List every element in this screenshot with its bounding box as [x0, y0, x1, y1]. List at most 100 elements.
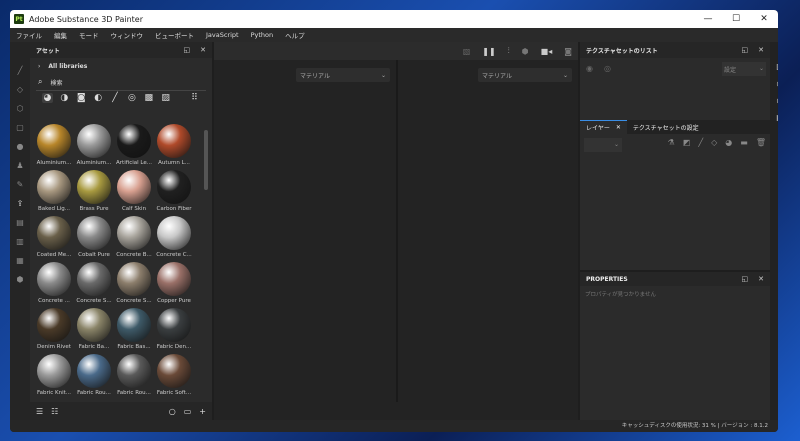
asset-tile[interactable]: Concrete ...: [34, 260, 74, 306]
asset-tile[interactable]: Fabric Rou...: [74, 352, 114, 398]
menu-viewport[interactable]: ビューポート: [149, 30, 200, 40]
hide-icon[interactable]: ▧: [463, 47, 471, 56]
log-icon[interactable]: ▤: [776, 113, 778, 122]
minimize-button[interactable]: —: [694, 14, 722, 24]
alphas-filter-icon[interactable]: ▩: [143, 93, 154, 103]
add-icon[interactable]: +: [199, 407, 206, 416]
asset-tile[interactable]: Baked Lig...: [34, 168, 74, 214]
asset-tile[interactable]: Aluminium...: [34, 122, 74, 168]
asset-tile[interactable]: Copper Pure: [154, 260, 194, 306]
asset-tile[interactable]: Aluminium...: [74, 122, 114, 168]
asset-tile[interactable]: Brass Pure: [74, 168, 114, 214]
shelf-icon[interactable]: ▥: [16, 237, 24, 250]
asset-tile[interactable]: Coated Me...: [34, 214, 74, 260]
library-selector[interactable]: › All libraries: [30, 58, 212, 74]
settings-dropdown[interactable]: 設定 ⌄: [722, 62, 766, 76]
refresh-icon[interactable]: ○: [169, 407, 176, 416]
materials-filter-icon[interactable]: ◕: [42, 93, 53, 103]
eraser-icon[interactable]: ◇: [17, 85, 23, 98]
asset-tile[interactable]: Concrete B...: [114, 214, 154, 260]
import-folder-icon[interactable]: ▭: [184, 407, 192, 416]
asset-tile[interactable]: Concrete S...: [114, 260, 154, 306]
eye-icon[interactable]: ◎: [604, 64, 611, 73]
clone-icon[interactable]: ♟: [16, 161, 23, 174]
environment-icon[interactable]: ◍: [777, 79, 779, 88]
asset-tile[interactable]: Fabric Rou...: [114, 352, 154, 398]
export-icon[interactable]: ⇪: [17, 199, 24, 212]
filter-list-icon[interactable]: ☰: [36, 407, 43, 416]
menu-edit[interactable]: 編集: [48, 30, 73, 40]
asset-tile[interactable]: Fabric Soft...: [154, 352, 194, 398]
brush-icon[interactable]: ╱: [18, 66, 23, 79]
menu-help[interactable]: ヘルプ: [279, 30, 311, 40]
asset-label: Aluminium...: [76, 160, 112, 166]
panel-close-icon[interactable]: ✕: [200, 46, 206, 54]
add-effect-icon[interactable]: ⚗: [668, 138, 675, 147]
menu-javascript[interactable]: JavaScript: [200, 31, 245, 39]
menu-python[interactable]: Python: [245, 31, 280, 39]
pause-icon[interactable]: ❚❚: [482, 47, 495, 56]
smudge-icon[interactable]: ●: [17, 142, 24, 155]
cube-icon[interactable]: ⬢: [17, 275, 24, 288]
camera-icon[interactable]: ■◂: [541, 47, 553, 56]
asset-tile[interactable]: Concrete S...: [74, 260, 114, 306]
environments-filter-icon[interactable]: ▨: [160, 93, 171, 103]
asset-tile[interactable]: Autumn L...: [154, 122, 194, 168]
viewport-divider[interactable]: [396, 60, 398, 402]
2d-channel-dropdown[interactable]: マテリアル ⌄: [478, 68, 572, 82]
material-thumbnail: [157, 354, 191, 388]
panel-close-icon[interactable]: ✕: [758, 46, 764, 54]
symmetry-icon[interactable]: ⫶: [508, 46, 510, 56]
close-button[interactable]: ✕: [750, 14, 778, 24]
viewport[interactable]: ▧ ❚❚ ⫶ ⬢ ■◂ ◙ マテリアル ⌄ マテリアル ⌄: [214, 42, 578, 420]
picker-icon[interactable]: ✎: [17, 180, 24, 193]
add-folder-icon[interactable]: ▬: [740, 138, 748, 147]
smart-materials-filter-icon[interactable]: ◑: [59, 93, 70, 103]
folder-list-icon[interactable]: ☷: [51, 407, 58, 416]
undock-icon[interactable]: ◱: [742, 275, 749, 283]
assets-scrollbar[interactable]: [204, 130, 208, 190]
add-smart-material-icon[interactable]: ◕: [725, 138, 732, 147]
asset-tile[interactable]: Fabric Den...: [154, 306, 194, 352]
textures-filter-icon[interactable]: ◎: [126, 93, 137, 103]
undock-icon[interactable]: ◱: [742, 46, 749, 54]
asset-tile[interactable]: Fabric Ba...: [74, 306, 114, 352]
asset-tile[interactable]: Artificial Le...: [114, 122, 154, 168]
asset-tile[interactable]: Fabric Knit...: [34, 352, 74, 398]
maximize-button[interactable]: ☐: [722, 14, 750, 24]
geometry-mask-icon[interactable]: ▢: [16, 123, 24, 136]
document-icon[interactable]: ▦: [16, 256, 24, 269]
tab-texture-set-settings[interactable]: テクスチャセットの設定: [627, 120, 705, 134]
projection-icon[interactable]: ⬡: [17, 104, 24, 117]
menu-file[interactable]: ファイル: [10, 30, 48, 40]
bake-icon[interactable]: ▤: [16, 218, 24, 231]
undock-icon[interactable]: ◱: [184, 46, 191, 54]
delete-icon[interactable]: 🗑: [756, 138, 766, 147]
grid-view-icon[interactable]: ⠿: [189, 93, 200, 103]
screenshot-icon[interactable]: ◙: [564, 47, 572, 56]
add-mask-icon[interactable]: ◩: [683, 138, 691, 147]
tab-close-icon[interactable]: ✕: [616, 124, 621, 131]
menu-window[interactable]: ウィンドウ: [105, 30, 150, 40]
asset-tile[interactable]: Carbon Fiber: [154, 168, 194, 214]
filters-filter-icon[interactable]: ◐: [93, 93, 104, 103]
masks-filter-icon[interactable]: ◙: [76, 93, 87, 103]
blend-mode-dropdown[interactable]: ⌄: [584, 138, 622, 152]
search-input[interactable]: ⌕ 検索: [30, 74, 212, 90]
menu-mode[interactable]: モード: [73, 30, 105, 40]
asset-tile[interactable]: Calf Skin: [114, 168, 154, 214]
history-icon[interactable]: ◷: [777, 96, 779, 105]
display-settings-icon[interactable]: ▣: [776, 62, 778, 71]
asset-tile[interactable]: Denim Rivet: [34, 306, 74, 352]
3d-channel-dropdown[interactable]: マテリアル ⌄: [296, 68, 390, 82]
brushes-filter-icon[interactable]: ╱: [110, 93, 121, 103]
eye-hide-icon[interactable]: ◉: [586, 64, 593, 73]
asset-tile[interactable]: Concrete C...: [154, 214, 194, 260]
asset-tile[interactable]: Fabric Bas...: [114, 306, 154, 352]
asset-tile[interactable]: Cobalt Pure: [74, 214, 114, 260]
add-paint-layer-icon[interactable]: ╱: [698, 138, 703, 147]
add-fill-layer-icon[interactable]: ◇: [711, 138, 717, 147]
display-mode-icon[interactable]: ⬢: [522, 47, 529, 56]
tab-layers[interactable]: レイヤー ✕: [580, 120, 627, 134]
panel-close-icon[interactable]: ✕: [758, 275, 764, 283]
